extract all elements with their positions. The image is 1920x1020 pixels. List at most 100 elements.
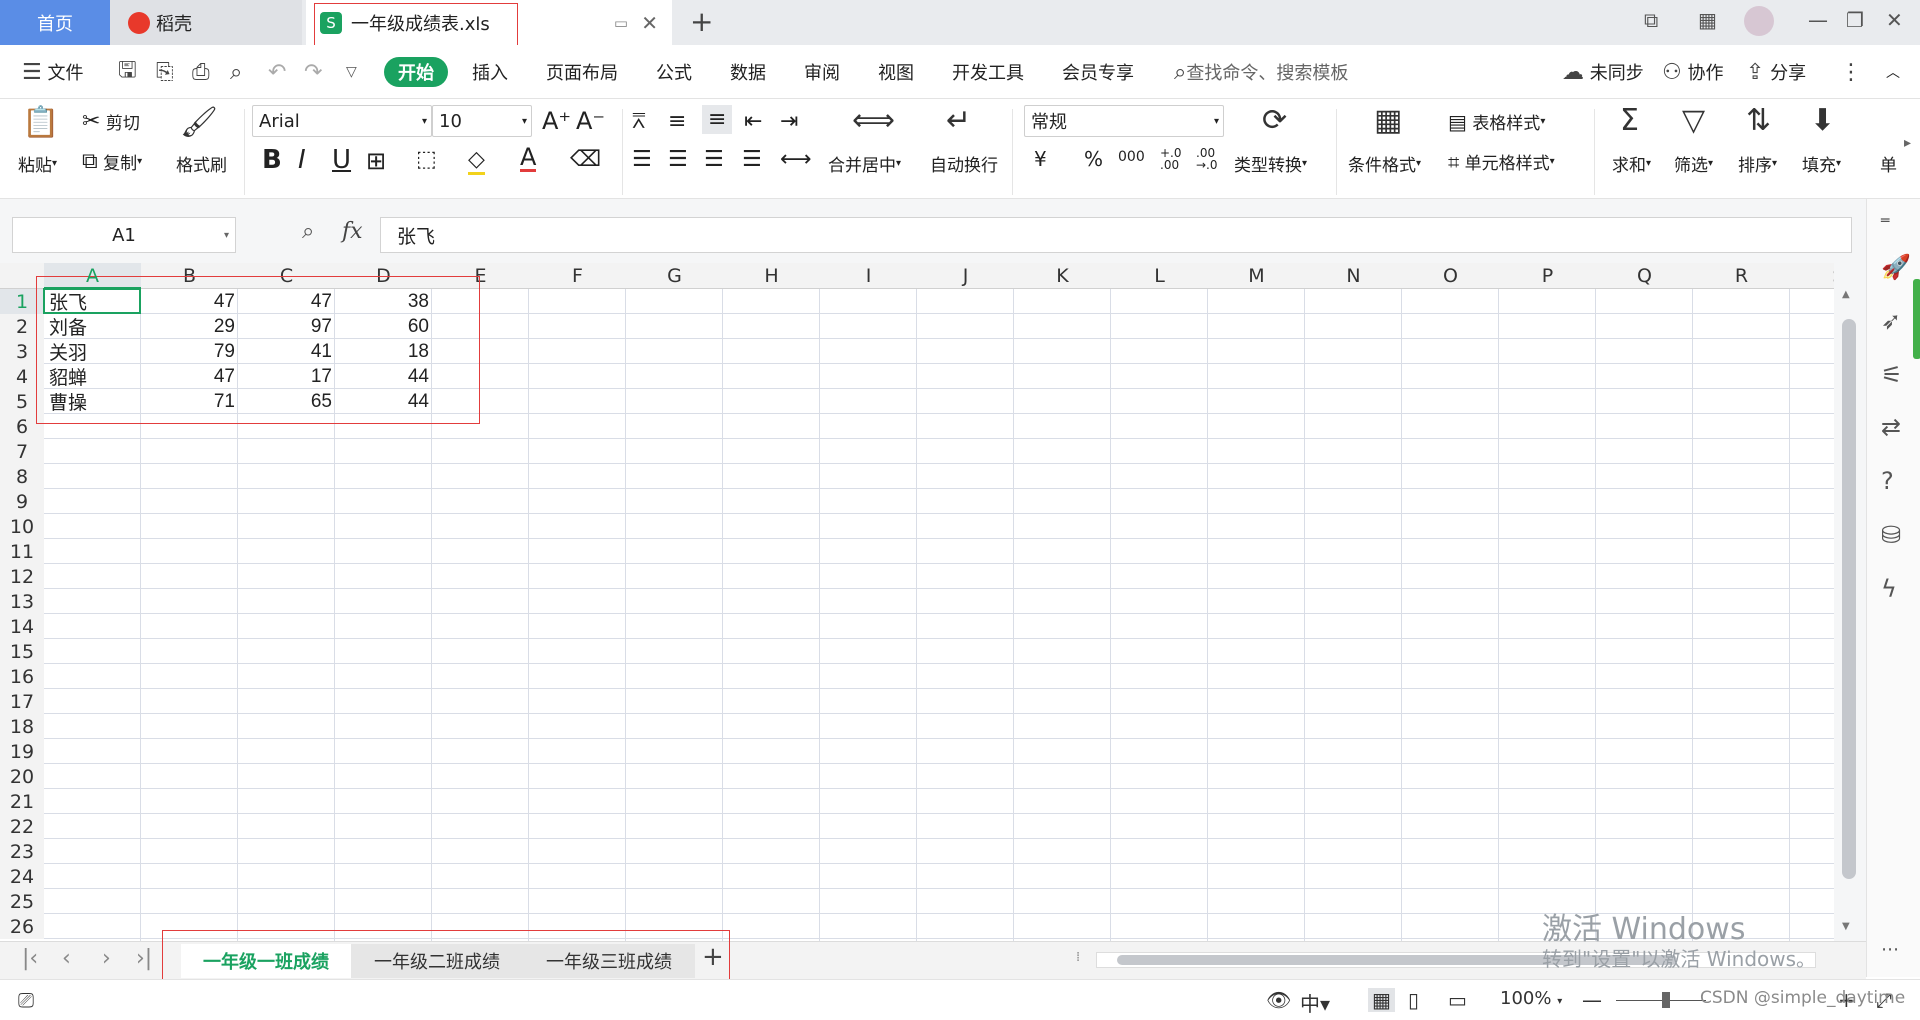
row-header-20[interactable]: 20: [0, 764, 44, 789]
close-window-icon[interactable]: ✕: [1886, 8, 1903, 32]
sort-icon[interactable]: ⇅: [1746, 103, 1771, 138]
filter-button[interactable]: 筛选 ▾: [1674, 151, 1713, 176]
cell-c4[interactable]: 17: [238, 364, 335, 389]
cell-b1[interactable]: 47: [141, 289, 238, 314]
cell-c5[interactable]: 65: [238, 389, 335, 414]
row-header-16[interactable]: 16: [0, 664, 44, 689]
selected-cell-a1[interactable]: [43, 288, 141, 314]
increase-font-icon[interactable]: A⁺: [542, 107, 571, 135]
column-header-m[interactable]: M: [1208, 263, 1305, 289]
row-header-8[interactable]: 8: [0, 464, 44, 489]
zoom-select[interactable]: 100% ▾: [1500, 988, 1562, 1009]
rocket-icon[interactable]: 🚀: [1881, 253, 1911, 281]
row-header-3[interactable]: 3: [0, 339, 44, 364]
cell-b4[interactable]: 47: [141, 364, 238, 389]
cell-a5[interactable]: 曹操: [49, 389, 141, 414]
search-command[interactable]: ⌕ 查找命令、搜索模板: [1174, 45, 1348, 99]
merge-center-button[interactable]: 合并居中 ▾: [828, 151, 901, 176]
add-sheet-icon[interactable]: +: [702, 942, 724, 972]
column-header-d[interactable]: D: [335, 263, 432, 289]
zoom-out-icon[interactable]: —: [1582, 988, 1602, 1012]
decrease-decimal-button[interactable]: .00 →.0: [1196, 147, 1226, 171]
layout-toggle-icon[interactable]: ⧉: [1644, 8, 1658, 32]
paste-button[interactable]: 📋: [22, 105, 59, 140]
row-header-19[interactable]: 19: [0, 739, 44, 764]
column-header-c[interactable]: C: [238, 263, 335, 289]
save-icon[interactable]: 🖫: [118, 45, 137, 99]
row-header-4[interactable]: 4: [0, 364, 44, 389]
column-header-s[interactable]: S: [1790, 263, 1834, 289]
cell-d3[interactable]: 18: [335, 339, 432, 364]
menu-review[interactable]: 审阅: [804, 45, 840, 99]
column-header-i[interactable]: I: [820, 263, 917, 289]
fill-button[interactable]: 填充 ▾: [1802, 151, 1841, 176]
lightning-icon[interactable]: ϟ: [1881, 575, 1897, 603]
scroll-up-icon[interactable]: ▲: [1842, 289, 1858, 300]
bold-button[interactable]: B: [262, 145, 282, 175]
row-header-17[interactable]: 17: [0, 689, 44, 714]
increase-decimal-button[interactable]: +.0 .00: [1160, 147, 1190, 171]
restore-icon[interactable]: ❐: [1846, 8, 1864, 32]
name-box[interactable]: A1 ▾: [12, 217, 236, 253]
format-painter-button[interactable]: 格式刷: [176, 151, 227, 176]
decrease-font-icon[interactable]: A⁻: [576, 107, 605, 135]
cell-b2[interactable]: 29: [141, 314, 238, 339]
distribute-icon[interactable]: ⟷: [780, 147, 812, 172]
macro-record-icon[interactable]: ⎚: [18, 988, 34, 1012]
page-layout-view-icon[interactable]: ▯: [1408, 988, 1419, 1012]
increase-indent-icon[interactable]: ⇥: [780, 109, 798, 134]
clear-format-icon[interactable]: ⌫: [570, 147, 601, 172]
column-header-b[interactable]: B: [141, 263, 238, 289]
column-header-r[interactable]: R: [1693, 263, 1790, 289]
conditional-format-button[interactable]: 条件格式 ▾: [1348, 151, 1421, 176]
menu-insert[interactable]: 插入: [472, 45, 508, 99]
cell-d4[interactable]: 44: [335, 364, 432, 389]
column-header-n[interactable]: N: [1305, 263, 1402, 289]
align-left-icon[interactable]: ☰: [632, 147, 652, 172]
close-tab-icon[interactable]: ✕: [641, 11, 658, 35]
table-style-button[interactable]: ▤ 表格样式 ▾: [1448, 109, 1545, 135]
row-header-14[interactable]: 14: [0, 614, 44, 639]
cell-c2[interactable]: 97: [238, 314, 335, 339]
row-header-22[interactable]: 22: [0, 814, 44, 839]
italic-button[interactable]: I: [298, 145, 306, 175]
cut-button[interactable]: ✂ 剪切: [82, 109, 140, 134]
undo-icon[interactable]: ↶: [268, 45, 286, 99]
column-header-o[interactable]: O: [1402, 263, 1499, 289]
export-icon[interactable]: ⎘: [156, 45, 174, 99]
align-right-icon[interactable]: ☰: [704, 147, 724, 172]
function-icon[interactable]: fx: [342, 219, 363, 244]
border-icon[interactable]: ⊞: [366, 147, 386, 175]
sheet-tab-3[interactable]: 一年级三班成绩: [523, 944, 695, 978]
monitor-icon[interactable]: ▭: [614, 14, 628, 32]
prev-sheet-icon[interactable]: ‹: [62, 946, 71, 971]
conditional-format-icon[interactable]: ▦: [1374, 103, 1402, 138]
cell-style-icon[interactable]: ⬚: [416, 147, 437, 172]
cell-a4[interactable]: 貂蝉: [49, 364, 141, 389]
menu-start[interactable]: 开始: [384, 57, 448, 87]
row-header-18[interactable]: 18: [0, 714, 44, 739]
wrap-text-button[interactable]: 自动换行: [930, 151, 998, 176]
cell-c1[interactable]: 47: [238, 289, 335, 314]
single-button[interactable]: 单: [1880, 151, 1897, 176]
row-header-5[interactable]: 5: [0, 389, 44, 414]
row-header-6[interactable]: 6: [0, 414, 44, 439]
tab-home[interactable]: 首页: [0, 0, 110, 45]
font-color-icon[interactable]: A: [520, 145, 537, 172]
scroll-down-icon[interactable]: ▼: [1842, 921, 1850, 932]
align-middle-icon[interactable]: ≡: [668, 109, 686, 134]
column-header-p[interactable]: P: [1499, 263, 1596, 289]
type-convert-button[interactable]: 类型转换 ▾: [1234, 151, 1307, 176]
column-header-q[interactable]: Q: [1596, 263, 1693, 289]
row-header-1[interactable]: 1: [0, 289, 44, 314]
minimize-icon[interactable]: —: [1808, 8, 1828, 32]
number-format-select[interactable]: 常规 ▾: [1024, 105, 1224, 137]
sync-status[interactable]: ☁ 未同步: [1562, 45, 1644, 99]
font-size-select[interactable]: 10 ▾: [432, 105, 532, 137]
row-header-7[interactable]: 7: [0, 439, 44, 464]
more-dots-icon[interactable]: ⋯: [1881, 939, 1899, 960]
cell-d2[interactable]: 60: [335, 314, 432, 339]
font-name-select[interactable]: Arial ▾: [252, 105, 432, 137]
column-header-h[interactable]: H: [723, 263, 820, 289]
zoom-search-icon[interactable]: ⌕: [302, 219, 314, 244]
